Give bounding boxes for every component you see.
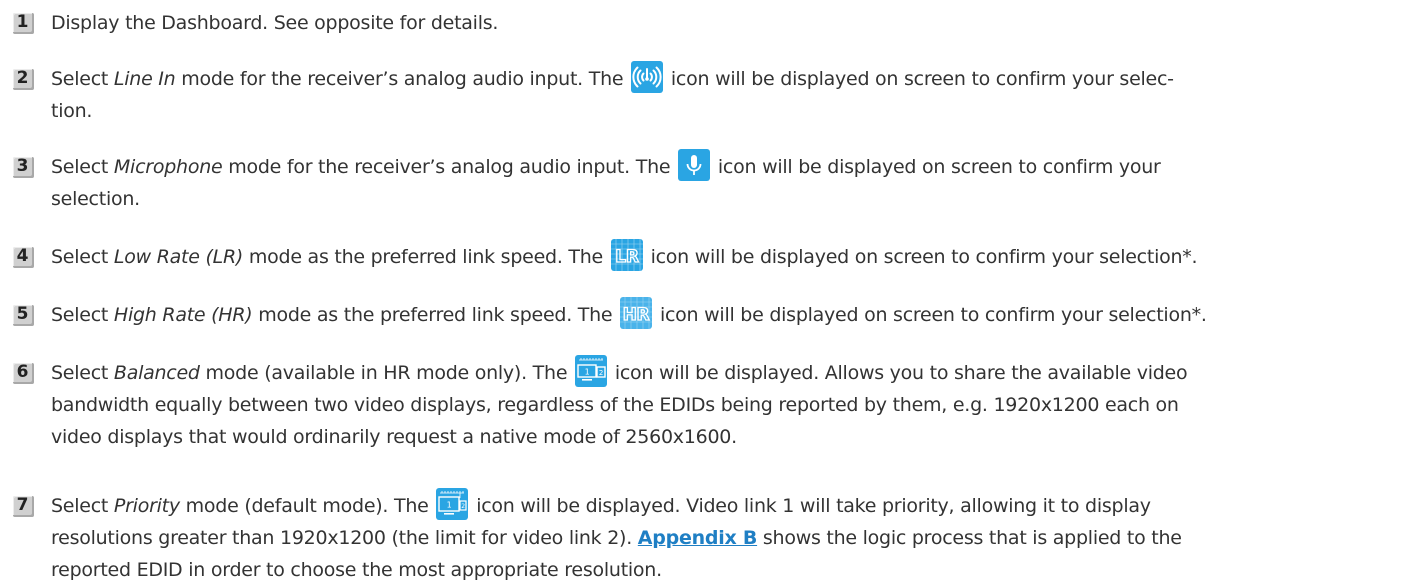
step-text-continued: bandwidth equally between two video disp… [51, 394, 1179, 416]
step-text: Select Balanced mode (available in HR mo… [51, 354, 1421, 389]
svg-text:2: 2 [599, 369, 603, 377]
svg-text:2: 2 [462, 503, 466, 510]
microphone-icon [678, 148, 711, 181]
low-rate-icon: LR [610, 238, 643, 271]
step-text-continued: tion. [51, 100, 93, 122]
step-number-badge: 1 [13, 13, 34, 34]
step-number-badge: 3 [13, 157, 34, 178]
step-text: Select Low Rate (LR) mode as the preferr… [51, 238, 1421, 273]
step-number-badge: 5 [13, 305, 34, 326]
step-text-continued: video displays that would ordinarily req… [51, 426, 737, 448]
step-number-badge: 4 [13, 247, 34, 268]
step-text: Select Microphone mode for the receiver’… [51, 148, 1421, 183]
step-text-continued: resolutions greater than 1920x1200 (the … [51, 527, 1182, 549]
step-text-continued: selection. [51, 188, 140, 210]
step-number-badge: 7 [13, 496, 34, 517]
appendix-b-link[interactable]: Appendix B [638, 527, 758, 549]
priority-mode-icon: 12 [436, 487, 469, 520]
step-text-continued: reported EDID in order to choose the mos… [51, 559, 662, 581]
svg-text:1: 1 [585, 367, 590, 376]
step-text: Display the Dashboard. See opposite for … [51, 12, 499, 34]
step-text: Select Priority mode (default mode). The… [51, 487, 1421, 522]
svg-text:LR: LR [615, 247, 639, 267]
svg-text:1: 1 [447, 500, 452, 509]
svg-text:HR: HR [623, 305, 650, 325]
step-text: Select Line In mode for the receiver’s a… [51, 60, 1421, 95]
step-text: Select High Rate (HR) mode as the prefer… [51, 296, 1421, 331]
step-number-badge: 2 [13, 69, 34, 90]
balanced-mode-icon: 12 [575, 354, 608, 387]
step-number-badge: 6 [13, 363, 34, 384]
high-rate-icon: HR [620, 296, 653, 329]
line-in-icon [631, 60, 664, 93]
